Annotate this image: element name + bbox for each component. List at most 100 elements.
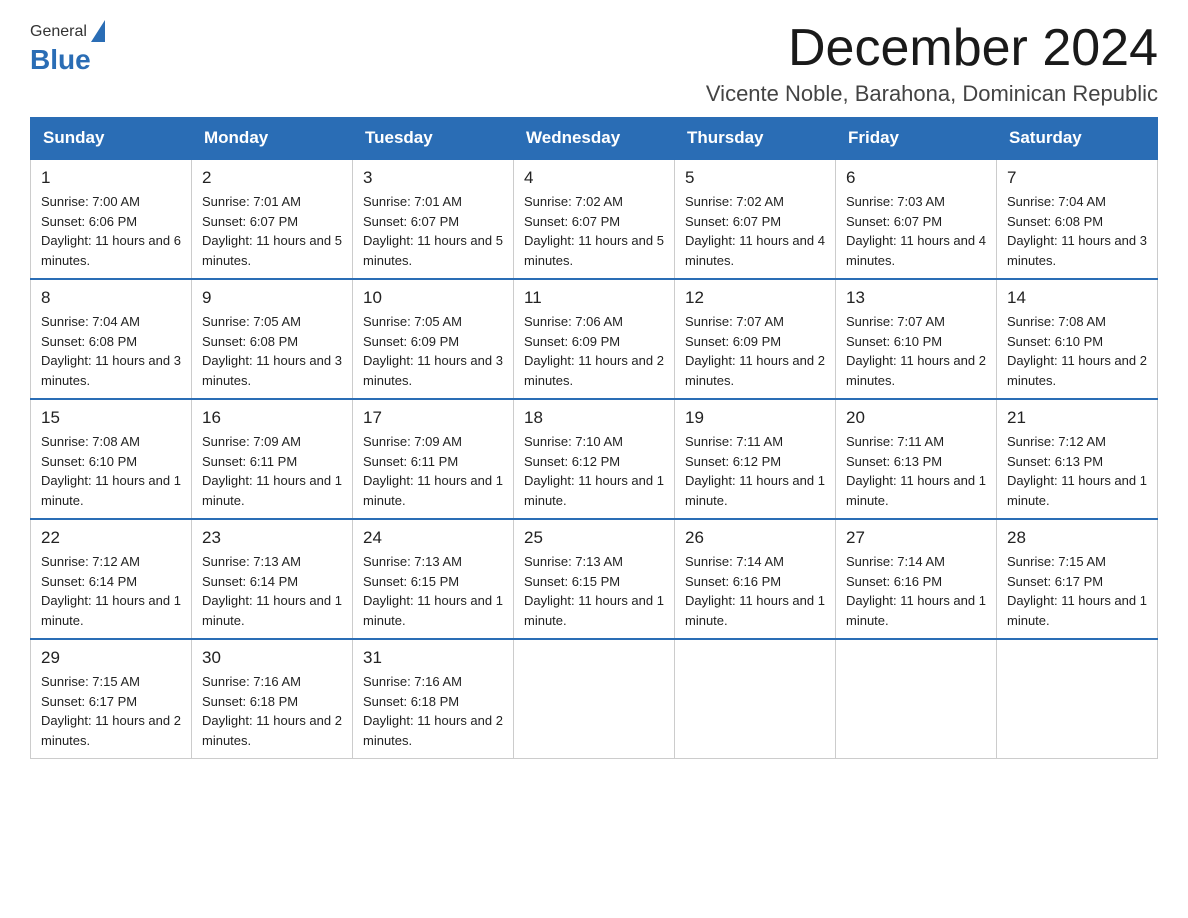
day-info: Sunrise: 7:11 AMSunset: 6:13 PMDaylight:…	[846, 432, 986, 510]
day-number: 25	[524, 528, 664, 548]
table-row: 26 Sunrise: 7:14 AMSunset: 6:16 PMDayligh…	[675, 519, 836, 639]
day-info: Sunrise: 7:16 AMSunset: 6:18 PMDaylight:…	[202, 672, 342, 750]
table-row: 29Sunrise: 7:15 AMSunset: 6:17 PMDayligh…	[31, 639, 192, 759]
day-info: Sunrise: 7:08 AMSunset: 6:10 PMDaylight:…	[1007, 312, 1147, 390]
day-number: 21	[1007, 408, 1147, 428]
day-number: 18	[524, 408, 664, 428]
table-row: 6 Sunrise: 7:03 AMSunset: 6:07 PMDaylight…	[836, 159, 997, 279]
day-number: 23	[202, 528, 342, 548]
table-row: 8 Sunrise: 7:04 AMSunset: 6:08 PMDaylight…	[31, 279, 192, 399]
day-info: Sunrise: 7:12 AMSunset: 6:14 PMDaylight:…	[41, 552, 181, 630]
table-row: 13Sunrise: 7:07 AMSunset: 6:10 PMDayligh…	[836, 279, 997, 399]
col-monday: Monday	[192, 118, 353, 160]
col-sunday: Sunday	[31, 118, 192, 160]
day-number: 24	[363, 528, 503, 548]
day-info: Sunrise: 7:02 AMSunset: 6:07 PMDaylight:…	[524, 192, 664, 270]
day-number: 12	[685, 288, 825, 308]
day-info: Sunrise: 7:05 AMSunset: 6:09 PMDaylight:…	[363, 312, 503, 390]
table-row: 27Sunrise: 7:14 AMSunset: 6:16 PMDayligh…	[836, 519, 997, 639]
day-number: 28	[1007, 528, 1147, 548]
day-number: 16	[202, 408, 342, 428]
calendar-week-row: 8 Sunrise: 7:04 AMSunset: 6:08 PMDaylight…	[31, 279, 1158, 399]
calendar-week-row: 22 Sunrise: 7:12 AMSunset: 6:14 PMDayligh…	[31, 519, 1158, 639]
title-area: December 2024 Vicente Noble, Barahona, D…	[706, 20, 1158, 107]
table-row	[675, 639, 836, 759]
day-info: Sunrise: 7:15 AMSunset: 6:17 PMDaylight:…	[41, 672, 181, 750]
table-row: 1 Sunrise: 7:00 AMSunset: 6:06 PMDaylight…	[31, 159, 192, 279]
day-info: Sunrise: 7:15 AMSunset: 6:17 PMDaylight:…	[1007, 552, 1147, 630]
day-number: 27	[846, 528, 986, 548]
table-row: 17Sunrise: 7:09 AMSunset: 6:11 PMDayligh…	[353, 399, 514, 519]
day-number: 22	[41, 528, 181, 548]
day-info: Sunrise: 7:03 AMSunset: 6:07 PMDaylight:…	[846, 192, 986, 270]
day-number: 19	[685, 408, 825, 428]
table-row: 25 Sunrise: 7:13 AMSunset: 6:15 PMDayligh…	[514, 519, 675, 639]
day-number: 20	[846, 408, 986, 428]
day-info: Sunrise: 7:13 AMSunset: 6:14 PMDaylight:…	[202, 552, 342, 630]
logo-general-text: General	[30, 23, 87, 41]
day-info: Sunrise: 7:00 AMSunset: 6:06 PMDaylight:…	[41, 192, 181, 270]
table-row: 5 Sunrise: 7:02 AMSunset: 6:07 PMDaylight…	[675, 159, 836, 279]
table-row: 18Sunrise: 7:10 AMSunset: 6:12 PMDayligh…	[514, 399, 675, 519]
calendar-table: Sunday Monday Tuesday Wednesday Thursday…	[30, 117, 1158, 759]
table-row: 3 Sunrise: 7:01 AMSunset: 6:07 PMDaylight…	[353, 159, 514, 279]
day-info: Sunrise: 7:13 AMSunset: 6:15 PMDaylight:…	[524, 552, 664, 630]
col-tuesday: Tuesday	[353, 118, 514, 160]
table-row: 16 Sunrise: 7:09 AMSunset: 6:11 PMDayligh…	[192, 399, 353, 519]
day-info: Sunrise: 7:06 AMSunset: 6:09 PMDaylight:…	[524, 312, 664, 390]
day-number: 26	[685, 528, 825, 548]
table-row: 15 Sunrise: 7:08 AMSunset: 6:10 PMDayligh…	[31, 399, 192, 519]
day-info: Sunrise: 7:01 AMSunset: 6:07 PMDaylight:…	[202, 192, 342, 270]
calendar-header-row: Sunday Monday Tuesday Wednesday Thursday…	[31, 118, 1158, 160]
col-wednesday: Wednesday	[514, 118, 675, 160]
page-header: General Blue December 2024 Vicente Noble…	[30, 20, 1158, 107]
day-info: Sunrise: 7:13 AMSunset: 6:15 PMDaylight:…	[363, 552, 503, 630]
calendar-week-row: 15 Sunrise: 7:08 AMSunset: 6:10 PMDayligh…	[31, 399, 1158, 519]
day-number: 6	[846, 168, 986, 188]
day-info: Sunrise: 7:12 AMSunset: 6:13 PMDaylight:…	[1007, 432, 1147, 510]
day-number: 2	[202, 168, 342, 188]
day-number: 1	[41, 168, 181, 188]
day-number: 7	[1007, 168, 1147, 188]
table-row: 12 Sunrise: 7:07 AMSunset: 6:09 PMDayligh…	[675, 279, 836, 399]
table-row	[997, 639, 1158, 759]
col-saturday: Saturday	[997, 118, 1158, 160]
calendar-week-row: 29Sunrise: 7:15 AMSunset: 6:17 PMDayligh…	[31, 639, 1158, 759]
day-info: Sunrise: 7:04 AMSunset: 6:08 PMDaylight:…	[1007, 192, 1147, 270]
day-info: Sunrise: 7:07 AMSunset: 6:09 PMDaylight:…	[685, 312, 825, 390]
day-number: 9	[202, 288, 342, 308]
day-number: 8	[41, 288, 181, 308]
table-row: 22 Sunrise: 7:12 AMSunset: 6:14 PMDayligh…	[31, 519, 192, 639]
day-number: 10	[363, 288, 503, 308]
day-info: Sunrise: 7:02 AMSunset: 6:07 PMDaylight:…	[685, 192, 825, 270]
table-row: 28 Sunrise: 7:15 AMSunset: 6:17 PMDayligh…	[997, 519, 1158, 639]
table-row: 9Sunrise: 7:05 AMSunset: 6:08 PMDaylight…	[192, 279, 353, 399]
logo-blue-text: Blue	[30, 44, 91, 76]
day-info: Sunrise: 7:14 AMSunset: 6:16 PMDaylight:…	[685, 552, 825, 630]
day-number: 5	[685, 168, 825, 188]
table-row: 24 Sunrise: 7:13 AMSunset: 6:15 PMDayligh…	[353, 519, 514, 639]
day-number: 31	[363, 648, 503, 668]
day-info: Sunrise: 7:01 AMSunset: 6:07 PMDaylight:…	[363, 192, 503, 270]
table-row: 30Sunrise: 7:16 AMSunset: 6:18 PMDayligh…	[192, 639, 353, 759]
table-row: 21 Sunrise: 7:12 AMSunset: 6:13 PMDayligh…	[997, 399, 1158, 519]
table-row: 11Sunrise: 7:06 AMSunset: 6:09 PMDayligh…	[514, 279, 675, 399]
day-number: 3	[363, 168, 503, 188]
day-info: Sunrise: 7:09 AMSunset: 6:11 PMDaylight:…	[202, 432, 342, 510]
month-title: December 2024	[706, 20, 1158, 77]
logo-triangle-icon	[91, 20, 105, 42]
day-info: Sunrise: 7:16 AMSunset: 6:18 PMDaylight:…	[363, 672, 503, 750]
day-info: Sunrise: 7:09 AMSunset: 6:11 PMDaylight:…	[363, 432, 503, 510]
day-info: Sunrise: 7:04 AMSunset: 6:08 PMDaylight:…	[41, 312, 181, 390]
table-row: 10 Sunrise: 7:05 AMSunset: 6:09 PMDayligh…	[353, 279, 514, 399]
table-row: 20 Sunrise: 7:11 AMSunset: 6:13 PMDayligh…	[836, 399, 997, 519]
calendar-week-row: 1 Sunrise: 7:00 AMSunset: 6:06 PMDaylight…	[31, 159, 1158, 279]
day-info: Sunrise: 7:07 AMSunset: 6:10 PMDaylight:…	[846, 312, 986, 390]
day-number: 14	[1007, 288, 1147, 308]
day-number: 15	[41, 408, 181, 428]
table-row	[836, 639, 997, 759]
table-row: 19 Sunrise: 7:11 AMSunset: 6:12 PMDayligh…	[675, 399, 836, 519]
day-info: Sunrise: 7:08 AMSunset: 6:10 PMDaylight:…	[41, 432, 181, 510]
day-info: Sunrise: 7:11 AMSunset: 6:12 PMDaylight:…	[685, 432, 825, 510]
table-row: 23 Sunrise: 7:13 AMSunset: 6:14 PMDayligh…	[192, 519, 353, 639]
